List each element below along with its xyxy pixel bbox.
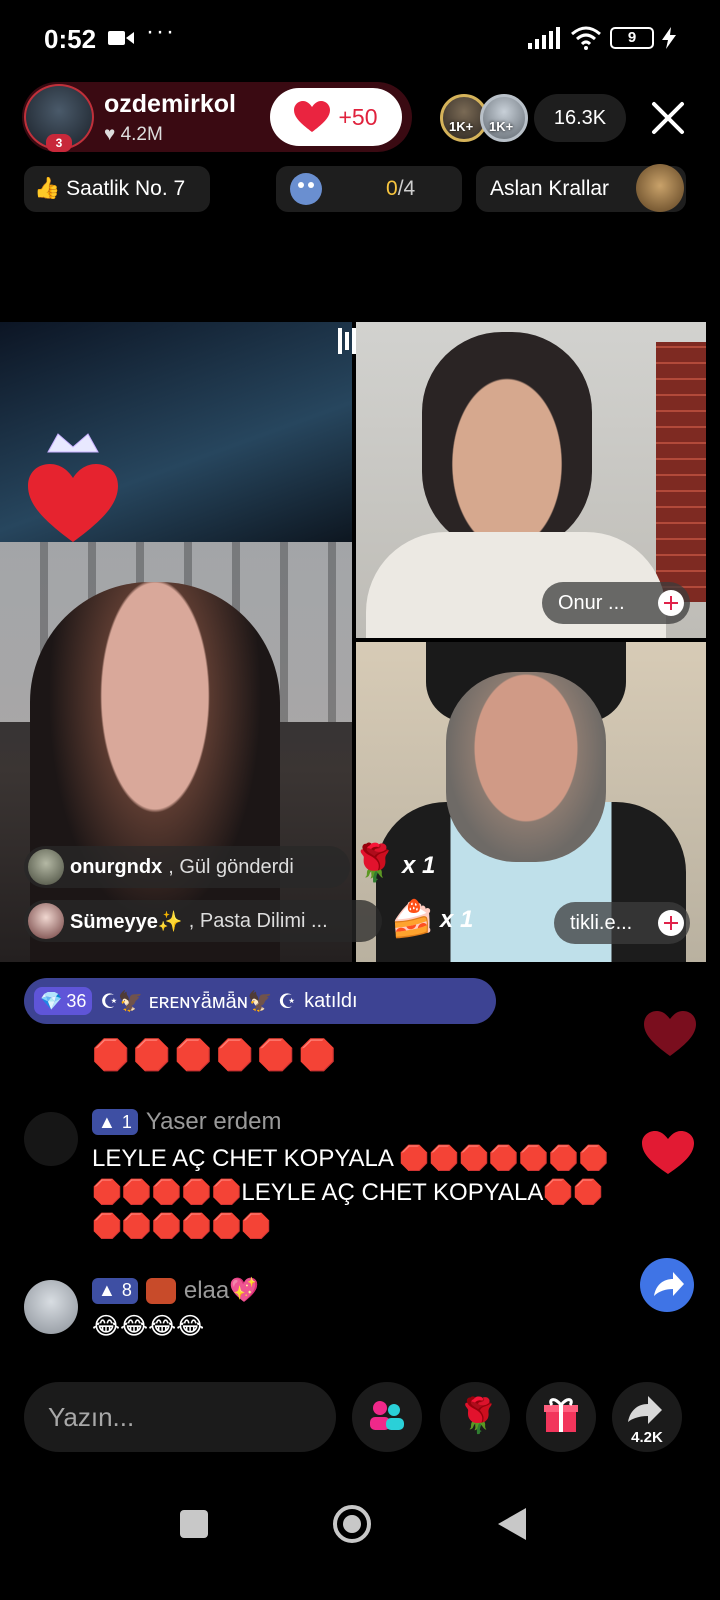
host-name[interactable]: ozdemirkol (104, 90, 236, 119)
heart-crown-effect-icon (28, 433, 118, 542)
signal-icon (528, 27, 560, 49)
wifi-icon (571, 26, 601, 50)
like-button[interactable]: +50 (270, 88, 402, 146)
gift-icon (544, 1398, 578, 1432)
heart-icon: ♥ (104, 124, 116, 145)
share-count: 4.2K (631, 1429, 663, 1446)
arrow-up-icon: ▲ (98, 1111, 116, 1132)
gift-button[interactable] (526, 1382, 596, 1452)
follow-plus-icon[interactable] (658, 910, 684, 936)
chat-message: 🛑🛑🛑🛑🛑🛑 (92, 1039, 341, 1072)
join-user: ☪︎🦅 ᴇʀᴇɴʏǟᴍǟɴ🦅 ☪︎ (100, 990, 297, 1013)
rose-icon: 🌹 (457, 1397, 500, 1435)
chat-username[interactable]: elaa💖 (184, 1276, 259, 1305)
gift-action: , Pasta Dilimi ... (188, 909, 328, 932)
status-time: 0:52 (44, 24, 97, 54)
rose-icon: 🌹 (352, 842, 397, 883)
level-badge: ▲ 8 (92, 1277, 138, 1304)
share-arrow-icon (654, 1272, 684, 1296)
level-badge: 💎 36 (34, 987, 93, 1015)
diamond-icon: 💎 (40, 990, 63, 1011)
avatar (28, 903, 64, 939)
back-icon[interactable] (496, 1506, 528, 1542)
gift-sender: Sümeyye✨ (70, 910, 183, 933)
avatar[interactable] (24, 1280, 78, 1334)
video-camera-icon (108, 31, 134, 45)
heart-icon (294, 101, 331, 132)
arrow-up-icon: ▲ (98, 1280, 116, 1300)
top-viewers[interactable]: 1K+ 1K+ 16.3K (440, 94, 626, 142)
dragon-icon (290, 173, 322, 205)
close-icon[interactable] (650, 100, 686, 136)
gift-count: x 1 (440, 906, 474, 933)
level-badge: ▲ 1 (92, 1109, 138, 1135)
floating-heart-icon (642, 1131, 694, 1174)
chat-message-text: 😂😂😂😂 (92, 1313, 205, 1340)
gift-action: , Gül gönderdi (168, 855, 294, 878)
system-nav-bar (0, 1480, 720, 1600)
chat-username-row[interactable]: ▲ 1 Yaser erdem (92, 1108, 281, 1136)
goal-progress-total: /4 (397, 177, 416, 200)
comment-input[interactable]: Yazın... (24, 1382, 336, 1452)
gift-notification: onurgndx , Gül gönderdi (24, 846, 350, 888)
join-action: katıldı (304, 989, 358, 1012)
goal-progress-done: 0 (386, 177, 398, 200)
chat-message-text: LEYLE AÇ CHET KOPYALA 🛑🛑🛑🛑🛑🛑🛑 🛑🛑🛑🛑🛑LEYLE… (92, 1145, 609, 1240)
people-icon (370, 1401, 404, 1430)
home-icon[interactable] (332, 1504, 372, 1544)
top-viewer-avatar[interactable]: 1K+ (480, 94, 528, 142)
host-card[interactable]: 3 ozdemirkol ♥ 4.2M +50 (22, 82, 412, 152)
guest-name: tikli.e... (570, 911, 633, 934)
goal-progress-chip[interactable]: 0/4 (276, 166, 462, 212)
join-notice: 💎 36 ☪︎🦅 ᴇʀᴇɴʏǟᴍǟɴ🦅 ☪︎ katıldı (24, 978, 496, 1024)
team-chip[interactable]: Aslan Krallar (476, 164, 686, 212)
team-name: Aslan Krallar (490, 177, 610, 200)
recents-icon[interactable] (178, 1508, 210, 1540)
share-fab-button[interactable] (640, 1258, 694, 1312)
lion-icon (636, 164, 684, 212)
floating-heart-icon (644, 1011, 696, 1056)
chat-username-row[interactable]: ▲ 8 elaa💖 (92, 1276, 259, 1305)
hourly-rank-chip[interactable]: 👍 Saatlik No. 7 (24, 166, 210, 212)
avatar[interactable] (24, 1112, 78, 1166)
host-level-badge: 3 (46, 134, 72, 152)
like-button-label: +50 (338, 103, 378, 130)
guest-tag-2[interactable]: tikli.e... (554, 902, 690, 944)
guest-name: Onur ... (558, 591, 625, 614)
chat-username[interactable]: Yaser erdem (146, 1108, 282, 1136)
status-more: ··· (146, 18, 176, 45)
avatar (28, 849, 64, 885)
fire-icon: 👍 (34, 177, 61, 200)
rose-gift-button[interactable]: 🌹 (440, 1382, 510, 1452)
guests-button[interactable] (352, 1382, 422, 1452)
gift-sender: onurgndx (70, 855, 163, 878)
guest-tag-1[interactable]: Onur ... (542, 582, 690, 624)
host-likes: ♥ 4.2M (104, 124, 163, 146)
share-button[interactable]: 4.2K (612, 1382, 682, 1452)
viewer-count[interactable]: 16.3K (534, 94, 626, 142)
battery-icon: 9 (610, 27, 654, 49)
status-bar: 0:52 ··· 9 (0, 0, 720, 80)
host-likes-count: 4.2M (120, 124, 163, 145)
follow-plus-icon[interactable] (658, 590, 684, 616)
gift-notification: Sümeyye✨ , Pasta Dilimi ... (24, 900, 382, 942)
fan-badge-icon (145, 1277, 176, 1304)
cake-icon: 🍰 (390, 898, 435, 939)
charging-icon (662, 27, 676, 49)
hourly-rank-label: Saatlik No. 7 (66, 177, 186, 200)
gift-count: x 1 (402, 852, 436, 879)
